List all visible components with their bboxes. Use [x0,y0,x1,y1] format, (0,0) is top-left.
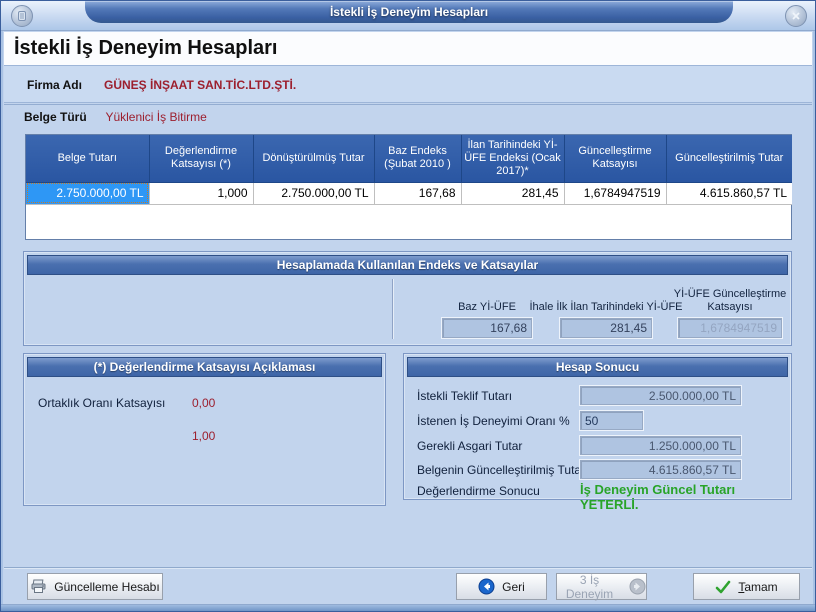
ilan-yiufe-field: İhale İlk İlan Tarihindeki Yİ-ÜFE 281,45 [560,276,652,340]
arrow-right-circle-icon [629,578,646,595]
close-button[interactable] [785,5,807,27]
dialog-window: İstekli İş Deneyim Hesapları İstekli İş … [0,0,816,612]
experience-forward-label: 3 İş Deneyim [557,573,622,601]
baz-yiufe-field: Baz Yİ-ÜFE 167,68 [442,276,532,340]
result-groupbox: Hesap Sonucu İstekli Teklif Tutarı 2.500… [403,353,792,500]
grid-header-degerlendirme-katsayisi[interactable]: Değerlendirme Katsayısı (*) [149,135,253,182]
firm-panel: Firma Adı GÜNEŞ İNŞAAT SAN.TİC.LTD.ŞTİ. [4,65,812,103]
close-icon [790,10,802,22]
ortaklik-orani-label: Ortaklık Oranı Katsayısı [38,396,165,410]
asgari-tutar-input: 1.250.000,00 TL [580,436,741,455]
back-button-label: Geri [502,580,525,594]
asgari-tutar-label: Gerekli Asgari Tutar [417,439,522,453]
grid-cell[interactable]: 4.615.860,57 TL [666,182,792,204]
guncellestirilmis-tutar-label: Belgenin Güncelleştirilmiş Tutarı [417,463,588,477]
coefficient-groupbox-title: (*) Değerlendirme Katsayısı Açıklaması [27,357,382,377]
firm-name-label: Firma Adı [27,66,82,104]
buttonbar-divider [4,567,812,568]
form-icon [16,10,28,22]
guncellestirme-katsayisi-label: Yİ-ÜFE Güncelleştirme Katsayısı [650,288,810,314]
titlebar: İstekli İş Deneyim Hesapları [1,1,816,31]
teklif-tutari-label: İstekli Teklif Tutarı [417,389,512,403]
heading-strip: İstekli İş Deneyim Hesapları [4,32,812,65]
grid-header-ilan-tarihindeki-endeks[interactable]: İlan Tarihindeki Yİ-ÜFE Endeksi (Ocak 20… [461,135,564,182]
grid-header-row: Belge Tutarı Değerlendirme Katsayısı (*)… [26,135,792,182]
check-icon [715,580,731,594]
grid-cell[interactable]: 281,45 [461,182,564,204]
grid-cell[interactable]: 2.750.000,00 TL [253,182,374,204]
update-calculation-label: Güncelleme Hesabı [54,580,159,594]
ilan-yiufe-input[interactable]: 281,45 [560,318,652,338]
deneyim-orani-label: İstenen İş Deneyimi Oranı % [417,414,570,428]
baz-yiufe-input[interactable]: 167,68 [442,318,532,338]
ortaklik-orani-value: 0,00 [192,396,215,410]
experience-forward-button: 3 İş Deneyim [556,573,647,600]
arrow-left-circle-icon [478,578,495,595]
guncellestirme-katsayisi-field: Yİ-ÜFE Güncelleştirme Katsayısı 1,678494… [678,276,782,340]
page-title: İstekli İş Deneyim Hesapları [14,32,812,65]
update-calculation-button[interactable]: Güncelleme Hesabı [27,573,163,600]
panel-divider [4,104,812,105]
grid-header-guncellestirme-katsayisi[interactable]: Güncelleştirme Katsayısı [564,135,666,182]
system-menu-button[interactable] [11,5,33,27]
degerlendirme-sonucu-label: Değerlendirme Sonucu [417,484,540,498]
index-groupbox-title: Hesaplamada Kullanılan Endeks ve Katsayı… [27,255,788,275]
guncellestirilmis-tutar-input: 4.615.860,57 TL [580,460,741,479]
coefficient-groupbox: (*) Değerlendirme Katsayısı Açıklaması O… [23,353,386,506]
grid-header-baz-endeks[interactable]: Baz Endeks (Şubat 2010 ) [374,135,461,182]
document-type-label: Belge Türü [24,110,101,124]
result-groupbox-title: Hesap Sonucu [407,357,788,377]
teklif-tutari-input[interactable]: 2.500.000,00 TL [580,386,741,405]
titlebar-title: İstekli İş Deneyim Hesapları [1,1,816,23]
back-button[interactable]: Geri [456,573,547,600]
grid-cell[interactable]: 167,68 [374,182,461,204]
grid-cell[interactable]: 1,000 [149,182,253,204]
guncellestirme-katsayisi-input: 1,6784947519 [678,318,782,338]
grid-cell-selected[interactable]: 2.750.000,00 TL [26,182,149,204]
katsayi-value: 1,00 [192,429,215,443]
grid-header-donusturulmus-tutar[interactable]: Dönüştürülmüş Tutar [253,135,374,182]
degerlendirme-sonucu-value: İş Deneyim Güncel Tutarı YETERLİ. [580,482,791,512]
grid-header-belge-tutari[interactable]: Belge Tutarı [26,135,149,182]
index-groupbox: Hesaplamada Kullanılan Endeks ve Katsayı… [23,251,792,346]
grid-cell[interactable]: 1,6784947519 [564,182,666,204]
grid-data-row[interactable]: 2.750.000,00 TL 1,000 2.750.000,00 TL 16… [26,182,792,204]
printer-icon [30,579,47,594]
window-bottom-frame [1,604,815,612]
firm-name-value: GÜNEŞ İNŞAAT SAN.TİC.LTD.ŞTİ. [104,66,296,104]
document-type-row: Belge Türü Yüklenici İş Bitirme [24,108,207,130]
ok-button-label: Tamam [738,580,777,594]
deneyim-orani-input[interactable]: 50 [580,411,643,430]
vertical-divider [392,279,393,339]
document-type-value: Yüklenici İş Bitirme [105,110,206,124]
grid-header-guncellestirilmis-tutar[interactable]: Güncelleştirilmiş Tutar [666,135,792,182]
documents-grid: Belge Tutarı Değerlendirme Katsayısı (*)… [25,134,792,240]
ok-button[interactable]: Tamam [693,573,800,600]
